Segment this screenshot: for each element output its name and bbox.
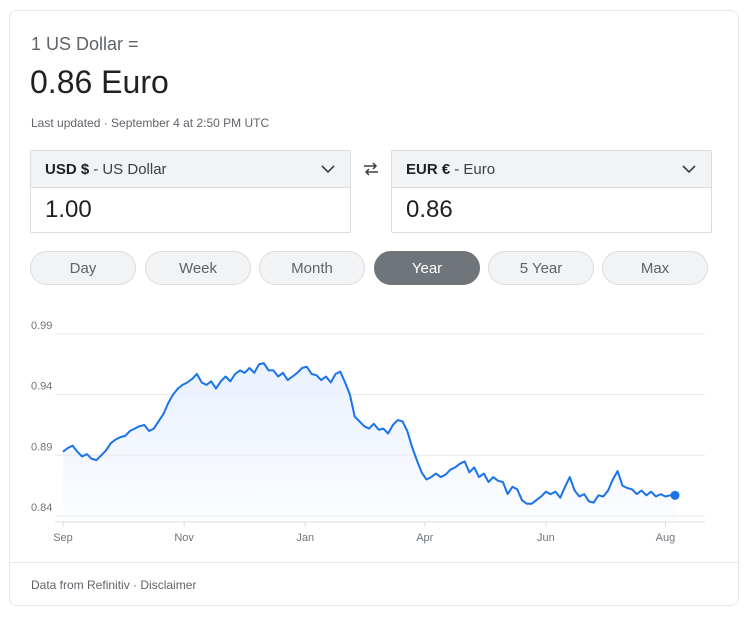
range-month-button[interactable]: Month xyxy=(259,251,365,285)
range-year-button[interactable]: Year xyxy=(374,251,480,285)
x-tick-label: Apr xyxy=(416,532,433,544)
range-selector: Day Week Month Year 5 Year Max xyxy=(30,251,720,285)
range-5year-button[interactable]: 5 Year xyxy=(488,251,594,285)
disclaimer-link[interactable]: Disclaimer xyxy=(140,578,196,592)
x-tick-label: Jun xyxy=(537,532,555,544)
from-currency-name: - US Dollar xyxy=(93,160,167,178)
range-week-button[interactable]: Week xyxy=(145,251,251,285)
from-currency-box: USD $ - US Dollar 1.00 xyxy=(30,150,351,233)
chart-area-fill xyxy=(63,363,675,522)
chevron-down-icon xyxy=(321,165,335,174)
y-tick-label: 0.84 xyxy=(31,502,52,514)
data-source-text: Data from Refinitiv xyxy=(31,578,130,592)
conversion-equation: 1 US Dollar = xyxy=(31,34,139,54)
chevron-down-icon xyxy=(682,165,696,174)
from-currency-code: USD $ xyxy=(45,160,90,178)
to-currency-select[interactable]: EUR € - Euro xyxy=(392,151,711,188)
y-tick-label: 0.94 xyxy=(31,381,52,393)
range-day-button[interactable]: Day xyxy=(30,251,136,285)
footer-separator: · xyxy=(129,578,141,592)
to-amount-input[interactable]: 0.86 xyxy=(392,188,711,232)
x-tick-label: Aug xyxy=(656,532,676,544)
x-tick-label: Nov xyxy=(174,532,194,544)
to-currency-code: EUR € xyxy=(406,160,451,178)
chart-current-point[interactable] xyxy=(670,490,680,500)
x-tick-label: Jan xyxy=(296,532,314,544)
footer-divider xyxy=(10,562,738,563)
from-amount-input[interactable]: 1.00 xyxy=(31,188,350,232)
x-tick-label: Sep xyxy=(53,532,73,544)
footer: Data from Refinitiv · Disclaimer xyxy=(31,578,196,592)
to-currency-box: EUR € - Euro 0.86 xyxy=(391,150,712,233)
to-currency-name: - Euro xyxy=(454,160,496,178)
exchange-rate-chart: 0.99 0.94 0.89 0.84 Sep Nov Jan Apr Jun Aug xyxy=(31,320,705,544)
conversion-result: 0.86 Euro xyxy=(30,64,169,100)
range-max-button[interactable]: Max xyxy=(602,251,708,285)
y-tick-label: 0.89 xyxy=(31,441,52,453)
swap-arrows-icon[interactable] xyxy=(361,159,381,179)
y-tick-label: 0.99 xyxy=(31,320,52,332)
last-updated-text: Last updated · September 4 at 2:50 PM UT… xyxy=(31,116,270,130)
from-currency-select[interactable]: USD $ - US Dollar xyxy=(31,151,350,188)
